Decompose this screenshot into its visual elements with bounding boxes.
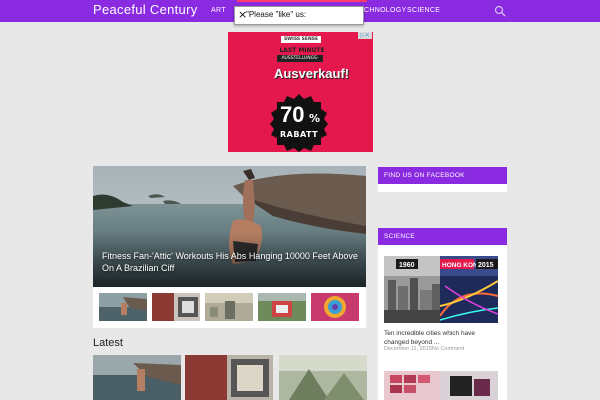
science-image-4[interactable] [440, 371, 498, 400]
thumbnail-1[interactable] [99, 293, 147, 321]
advertisement-banner[interactable]: ▷✕ SWISS SENSE LAST MINUTE AUSSTELLUNGS-… [228, 32, 373, 152]
popup-text: "Please "like" us: [246, 10, 307, 19]
latest-heading: Latest [93, 337, 123, 349]
ad-line-1: LAST MINUTE [279, 47, 325, 54]
ad-line-2: AUSSTELLUNGS- [277, 55, 323, 62]
latest-post-image-2[interactable] [185, 355, 273, 400]
search-icon[interactable] [494, 5, 506, 17]
nav-item-technology[interactable]: CHNOLOGY [364, 7, 406, 14]
site-brand[interactable]: Peaceful Century [93, 2, 198, 17]
ad-brand: SWISS SENSE [281, 36, 321, 43]
thumbnail-4[interactable] [258, 293, 306, 321]
featured-post-title[interactable]: Fitness Fan-'Attic' Workouts His Abs Han… [102, 250, 364, 274]
nav-item-science[interactable]: SCIENCE [407, 7, 440, 14]
facebook-widget-body [378, 184, 507, 192]
latest-post-image-3[interactable] [279, 355, 367, 400]
science-image-2015[interactable]: HONG KONG 2015 [440, 256, 498, 323]
thumbnail-2[interactable] [152, 293, 200, 321]
featured-hero-image[interactable]: Fitness Fan-'Attic' Workouts His Abs Han… [93, 166, 366, 287]
active-thumb-pointer [119, 287, 127, 291]
science-widget: 1960 HONG KONG 2015 Ten incredible citie… [378, 245, 507, 400]
science-image-1960[interactable]: 1960 [384, 256, 442, 323]
science-post-comments[interactable]: No Comment [432, 346, 464, 352]
science-widget-header: SCIENCE [378, 228, 507, 245]
nav-item-art[interactable]: ART [211, 7, 226, 14]
ad-percent-sign: % [309, 112, 321, 125]
latest-post-image-1[interactable] [93, 355, 181, 400]
facebook-widget-header: FIND US ON FACEBOOK [378, 167, 507, 184]
thumbnail-3[interactable] [205, 293, 253, 321]
science-image-year-right: 2015 [478, 262, 494, 269]
thumbnail-5[interactable] [311, 293, 359, 321]
science-image-year-left: 1960 [399, 262, 415, 269]
science-post-meta: December 11, 2015No Comment [384, 346, 464, 352]
science-image-3[interactable] [384, 371, 442, 400]
ad-choices-icon[interactable]: ▷✕ [358, 32, 372, 39]
ad-rabatt-label: RABATT [280, 130, 319, 139]
featured-thumbnail-strip [93, 287, 366, 328]
science-post-title[interactable]: Ten incredible cities which have changed… [384, 329, 494, 347]
like-popup: × "Please "like" us: [234, 6, 364, 25]
ad-headline: Ausverkauf! [274, 66, 350, 81]
featured-post[interactable]: Fitness Fan-'Attic' Workouts His Abs Han… [93, 166, 366, 328]
accent-line [237, 0, 367, 2]
ad-discount-number: 70 [280, 102, 305, 127]
science-post-date: December 11, 2015 [384, 346, 432, 352]
